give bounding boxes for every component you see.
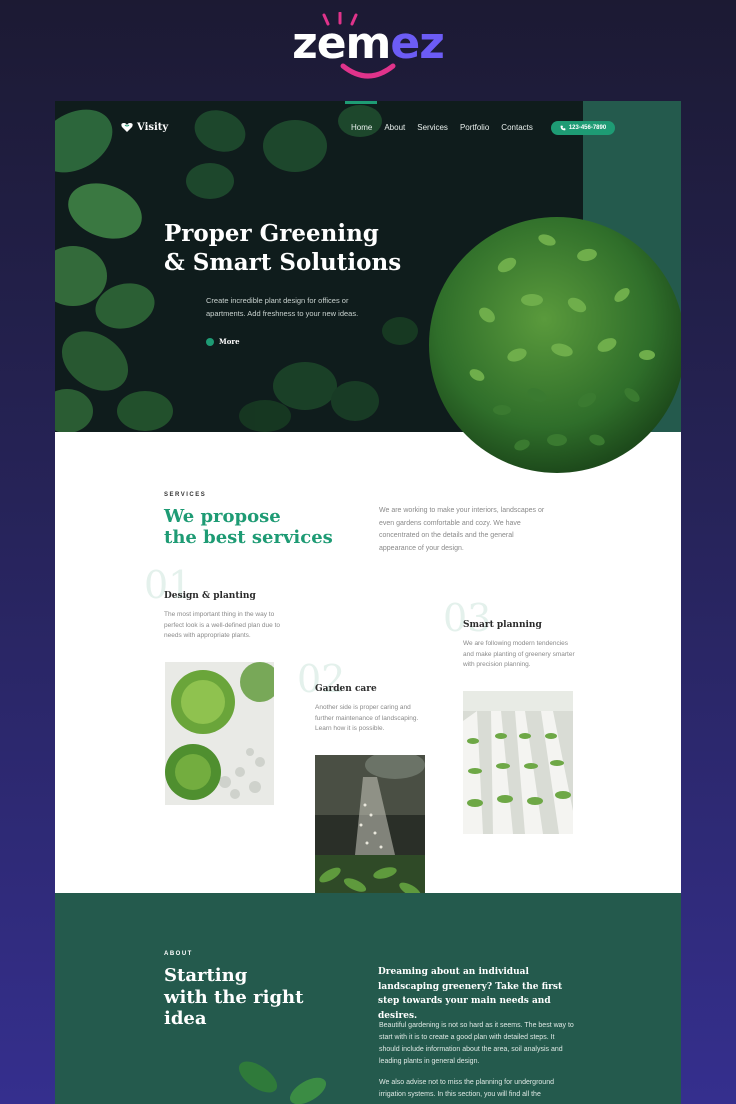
about-lead: Dreaming about an individual landscaping…: [378, 967, 563, 1021]
brand-smile-icon: [340, 63, 396, 79]
about-title-line3: idea: [164, 1008, 207, 1029]
service-title: Smart planning: [463, 620, 542, 630]
nav-item-about[interactable]: About: [384, 123, 405, 132]
about-section: ABOUT Starting with the right idea Dream…: [55, 893, 681, 1104]
about-title: Starting with the right idea: [164, 965, 314, 1030]
service-title: Garden care: [315, 684, 377, 694]
phone-number: 123-456-7890: [568, 125, 607, 131]
more-button[interactable]: More: [206, 337, 240, 346]
nav-item-services[interactable]: Services: [417, 123, 448, 132]
hero-title-line2: & Smart Solutions: [164, 249, 402, 276]
service-text: We are following modern tendencies and m…: [463, 640, 575, 668]
main-nav: Home About Services Portfolio Contacts: [351, 123, 533, 132]
services-title-line2: the best services: [164, 527, 333, 548]
service-text: Another side is proper caring and furthe…: [315, 704, 419, 732]
services-title: We propose the best services: [164, 506, 344, 548]
hero-title: Proper Greening & Smart Solutions: [164, 219, 424, 277]
services-eyebrow: SERVICES: [164, 492, 207, 498]
brand-sparkle-icon: [322, 12, 358, 26]
site-logo[interactable]: Visity: [121, 122, 168, 133]
about-paragraph-2: We also advise not to miss the planning …: [379, 1079, 554, 1098]
nav-item-portfolio[interactable]: Portfolio: [460, 123, 489, 132]
leaf-heart-icon: [121, 123, 133, 132]
services-intro: We are working to make your interiors, l…: [379, 507, 545, 552]
more-label: More: [219, 337, 240, 346]
logo-text: Visity: [137, 122, 169, 133]
service-number: 03: [443, 596, 492, 640]
phone-button[interactable]: 123-456-7890: [551, 121, 615, 135]
nav-item-contacts[interactable]: Contacts: [501, 123, 533, 132]
website-preview: Visity Home About Services Portfolio Con…: [55, 101, 681, 1104]
about-paragraph-1: Beautiful gardening is not so hard as it…: [379, 1022, 574, 1065]
boxwood-bush-image: [429, 217, 681, 473]
phone-icon: [560, 125, 566, 131]
services-title-line1: We propose: [164, 506, 281, 527]
hero-title-line1: Proper Greening: [164, 220, 379, 247]
about-title-line2: with the right: [164, 986, 304, 1008]
service-photo-planning: [463, 691, 573, 834]
nav-active-indicator: [345, 101, 377, 104]
hero-description: Create incredible plant design for offic…: [206, 296, 359, 318]
service-text: The most important thing in the way to p…: [164, 611, 280, 639]
service-photo-design: [165, 662, 274, 805]
about-eyebrow: ABOUT: [164, 951, 193, 957]
leaf-decoration: [238, 1061, 327, 1104]
dot-icon: [206, 337, 214, 346]
nav-item-home[interactable]: Home: [351, 123, 372, 132]
service-title: Design & planting: [164, 591, 256, 601]
about-title-line1: Starting: [164, 965, 248, 986]
